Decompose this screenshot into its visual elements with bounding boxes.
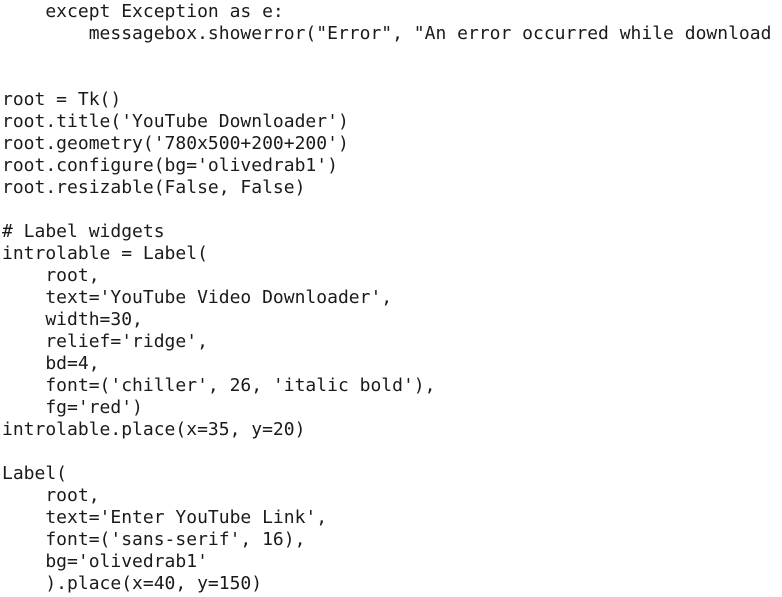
- code-line-1: except Exception as e:: [2, 1, 284, 22]
- code-line-18: font=('chiller', 26, 'italic bold'),: [2, 375, 436, 396]
- code-view[interactable]: except Exception as e: messagebox.shower…: [2, 1, 782, 597]
- code-line-5: root = Tk(): [2, 89, 122, 110]
- code-line-24: text='Enter YouTube Link',: [2, 507, 328, 528]
- code-line-22: Label(: [2, 463, 68, 484]
- code-line-20: introlable.place(x=35, y=20): [2, 419, 306, 440]
- code-line-19: fg='red'): [2, 397, 143, 418]
- code-line-14: text='YouTube Video Downloader',: [2, 287, 393, 308]
- code-line-7: root.geometry('780x500+200+200'): [2, 133, 349, 154]
- code-line-2: messagebox.showerror("Error", "An error …: [2, 23, 772, 44]
- code-line-21: [2, 441, 782, 463]
- code-line-17: bd=4,: [2, 353, 100, 374]
- code-line-8: root.configure(bg='olivedrab1'): [2, 155, 338, 176]
- code-line-9: root.resizable(False, False): [2, 177, 306, 198]
- code-line-10: [2, 199, 782, 221]
- code-line-16: relief='ridge',: [2, 331, 208, 352]
- code-line-11: # Label widgets: [2, 221, 165, 242]
- code-line-3: [2, 45, 782, 67]
- code-line-25: font=('sans-serif', 16),: [2, 529, 306, 550]
- code-line-23: root,: [2, 485, 100, 506]
- code-line-26: bg='olivedrab1': [2, 551, 208, 572]
- code-line-27: ).place(x=40, y=150): [2, 573, 263, 594]
- code-line-4: [2, 67, 782, 89]
- code-line-12: introlable = Label(: [2, 243, 208, 264]
- code-line-13: root,: [2, 265, 100, 286]
- code-line-6: root.title('YouTube Downloader'): [2, 111, 349, 132]
- code-line-15: width=30,: [2, 309, 143, 330]
